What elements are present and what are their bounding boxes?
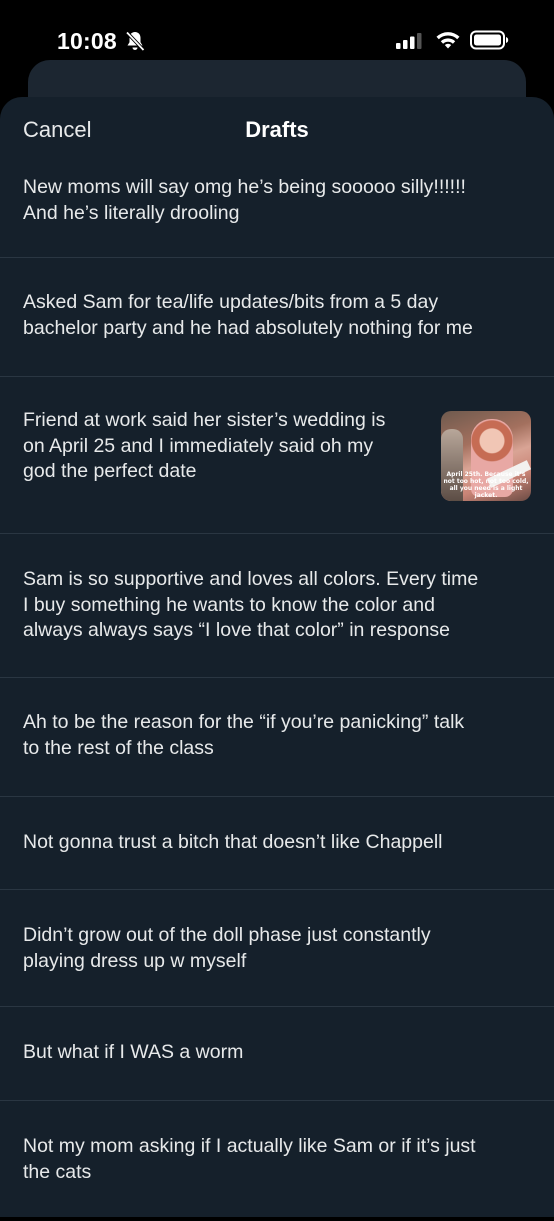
draft-text: Ah to be the reason for the “if you’re p…	[23, 711, 465, 759]
draft-text: New moms will say omg he’s being sooooo …	[23, 176, 466, 224]
draft-item[interactable]: Friend at work said her sister’s wedding…	[0, 377, 554, 534]
cellular-signal-icon	[396, 32, 424, 55]
draft-text: Didn’t grow out of the doll phase just c…	[23, 924, 431, 972]
draft-item[interactable]: Sam is so supportive and loves all color…	[0, 534, 554, 678]
draft-item[interactable]: But what if I WAS a worm	[0, 1007, 554, 1101]
drafts-header: Drafts Cancel	[0, 97, 554, 167]
draft-text: Sam is so supportive and loves all color…	[23, 568, 479, 641]
draft-thumbnail-image: April 25th. Because it’s not too hot, no…	[441, 411, 531, 501]
thumbnail-caption: April 25th. Because it’s not too hot, no…	[443, 471, 529, 499]
draft-text: Not my mom asking if I actually like Sam…	[23, 1135, 476, 1183]
drafts-sheet: Drafts Cancel New moms will say omg he’s…	[0, 97, 554, 1217]
wifi-icon	[435, 30, 461, 55]
draft-text: Friend at work said her sister’s wedding…	[23, 409, 386, 482]
draft-item[interactable]: Not my mom asking if I actually like Sam…	[0, 1101, 554, 1221]
battery-icon	[470, 30, 510, 55]
draft-item[interactable]: New moms will say omg he’s being sooooo …	[0, 167, 554, 258]
draft-text: But what if I WAS a worm	[23, 1041, 244, 1063]
draft-item[interactable]: Not gonna trust a bitch that doesn’t lik…	[0, 797, 554, 890]
draft-item[interactable]: Didn’t grow out of the doll phase just c…	[0, 890, 554, 1007]
status-time: 10:08	[57, 28, 117, 54]
draft-text: Not gonna trust a bitch that doesn’t lik…	[23, 831, 443, 853]
cancel-button[interactable]: Cancel	[23, 117, 91, 143]
draft-item[interactable]: Ah to be the reason for the “if you’re p…	[0, 678, 554, 797]
silent-bell-icon	[124, 30, 146, 57]
draft-text: Asked Sam for tea/life updates/bits from…	[23, 291, 473, 339]
draft-item[interactable]: Asked Sam for tea/life updates/bits from…	[0, 258, 554, 377]
